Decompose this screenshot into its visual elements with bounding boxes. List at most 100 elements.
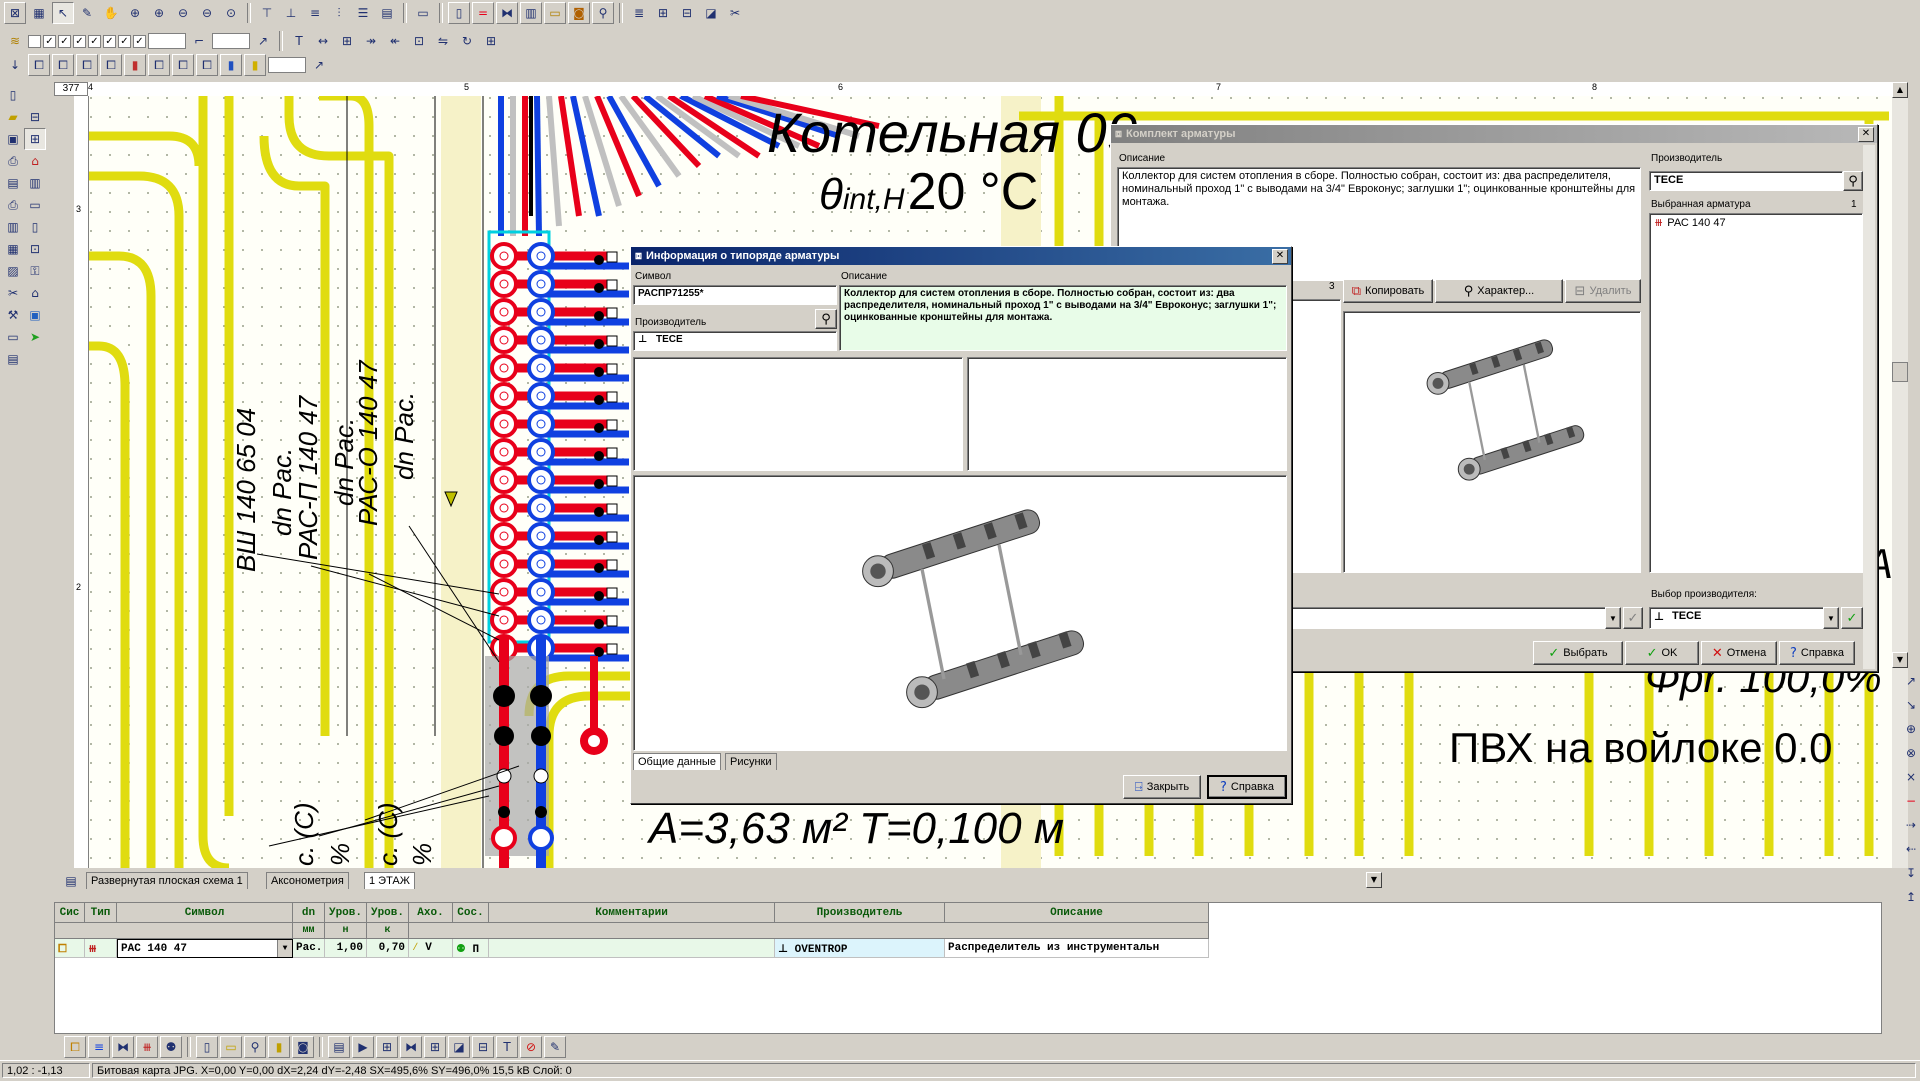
- grid-tool-icon[interactable]: ⊞: [480, 30, 502, 52]
- snap-arrow-icon[interactable]: ↗: [308, 54, 330, 76]
- export-icon[interactable]: ◪: [700, 2, 722, 24]
- bt-list-icon[interactable]: ▤: [328, 1036, 350, 1058]
- heater-icon[interactable]: ▥: [520, 2, 542, 24]
- right-tool-5-icon[interactable]: ×: [1900, 766, 1920, 788]
- mode-2-icon[interactable]: ⊞: [24, 128, 46, 150]
- option-checkbox-1[interactable]: [28, 34, 41, 48]
- text-tool-icon[interactable]: T: [288, 30, 310, 52]
- tabs-scroll-down-icon[interactable]: ▼: [1366, 872, 1382, 888]
- symbol-dropdown-icon[interactable]: ▼: [277, 940, 292, 957]
- report-icon[interactable]: ▤: [2, 348, 24, 370]
- color-symbol-icon[interactable]: ▮: [124, 54, 146, 76]
- col-header-comment[interactable]: Комментарии: [489, 903, 775, 923]
- line-style-icon[interactable]: ⌐: [188, 30, 210, 52]
- bt-edit-icon[interactable]: ✎: [544, 1036, 566, 1058]
- bt-pipe-icon[interactable]: ≡: [88, 1036, 110, 1058]
- yellow-fill-icon[interactable]: ▮: [244, 54, 266, 76]
- frame-3-icon[interactable]: ⧠: [76, 54, 98, 76]
- tab-floor-1[interactable]: 1 ЭТАЖ: [364, 872, 415, 889]
- grid-select-icon[interactable]: ▦: [28, 2, 50, 24]
- export-doc-icon[interactable]: ▥: [2, 216, 24, 238]
- right-tool-6-icon[interactable]: −: [1900, 790, 1920, 812]
- radiator-icon[interactable]: ▭: [544, 2, 566, 24]
- bt-boiler-icon[interactable]: ◙: [292, 1036, 314, 1058]
- print-preview-icon[interactable]: ⎙: [2, 150, 24, 172]
- tabs-menu-icon[interactable]: ▤: [60, 870, 82, 892]
- zoom-out-icon[interactable]: ⊖: [172, 2, 194, 24]
- right-tool-10-icon[interactable]: ↥: [1900, 886, 1920, 908]
- col-header-sys[interactable]: Сис: [55, 903, 85, 923]
- info-tab-general[interactable]: Общие данные: [633, 753, 721, 770]
- komplekt-help-button[interactable]: ? Справка: [1779, 641, 1855, 665]
- scroll-down-icon[interactable]: ▼: [1892, 652, 1908, 668]
- cell-description[interactable]: Распределитель из инструментальн: [945, 939, 1209, 958]
- cell-type[interactable]: ⧻: [85, 939, 117, 958]
- cell-level1[interactable]: 1,00: [325, 939, 367, 958]
- col-header-description[interactable]: Описание: [945, 903, 1209, 923]
- dim-tool-icon[interactable]: ↔: [312, 30, 334, 52]
- komplekt-selected-item[interactable]: ⧻ РАС 140 47: [1654, 216, 1858, 229]
- lock-icon[interactable]: ⚿: [24, 260, 46, 282]
- hatch-icon[interactable]: ▤: [376, 2, 398, 24]
- komplekt-vscroll[interactable]: [1863, 145, 1875, 669]
- pan-hand-icon[interactable]: ✋: [100, 2, 122, 24]
- select-window-icon[interactable]: ⊠: [4, 2, 26, 24]
- scale-field[interactable]: [268, 57, 306, 73]
- bt-heater-icon[interactable]: ▭: [220, 1036, 242, 1058]
- option-checkbox-3[interactable]: ✓: [58, 34, 71, 48]
- right-tool-4-icon[interactable]: ⊗: [1900, 742, 1920, 764]
- col-header-sos[interactable]: Сос.: [453, 903, 489, 923]
- list-icon[interactable]: ≣: [628, 2, 650, 24]
- komplekt-left-apply-button[interactable]: ✓: [1623, 607, 1643, 629]
- new-file-icon[interactable]: ▯: [2, 84, 24, 106]
- line-style-field[interactable]: [212, 33, 250, 49]
- komplekt-choose-manufacturer-apply[interactable]: ✓: [1841, 607, 1863, 629]
- komplekt-copy-button[interactable]: ⧉ Копировать: [1343, 279, 1433, 303]
- bt-valve-icon[interactable]: ⧓: [112, 1036, 134, 1058]
- info-close-x-button[interactable]: ✕: [1272, 249, 1288, 264]
- zoom-mode-icon[interactable]: ⊡: [24, 238, 46, 260]
- bt-play-icon[interactable]: ▶: [352, 1036, 374, 1058]
- komplekt-left-combo-arrow[interactable]: ▼: [1605, 607, 1621, 629]
- symbol-icon[interactable]: ▯: [448, 2, 470, 24]
- pipe-icon[interactable]: ▣: [24, 304, 46, 326]
- komplekt-close-button[interactable]: ✕: [1858, 127, 1874, 142]
- cut-doc-icon[interactable]: ✂: [2, 282, 24, 304]
- col-header-dn[interactable]: dn: [293, 903, 325, 923]
- tab-axonometry[interactable]: Аксонометрия: [266, 872, 349, 889]
- bt-radiator-icon[interactable]: ▮: [268, 1036, 290, 1058]
- info-help-button[interactable]: ? Справка: [1207, 775, 1287, 799]
- pipe-redblue-icon[interactable]: =: [472, 2, 494, 24]
- bt-table-icon[interactable]: ⊞: [376, 1036, 398, 1058]
- tools-icon[interactable]: ⚒: [2, 304, 24, 326]
- info-manufacturer-field[interactable]: ⊥ TECE: [633, 331, 837, 351]
- zoom-prev-icon[interactable]: ⊖: [196, 2, 218, 24]
- komplekt-character-button[interactable]: ⚲ Характер...: [1435, 279, 1563, 303]
- frame-4-icon[interactable]: ⧠: [100, 54, 122, 76]
- col-header-type[interactable]: Тип: [85, 903, 117, 923]
- frame-5-icon[interactable]: ⧠: [148, 54, 170, 76]
- green-arrow-icon[interactable]: ➤: [24, 326, 46, 348]
- scroll-thumb[interactable]: [1892, 362, 1908, 382]
- pen-icon[interactable]: ✎: [76, 2, 98, 24]
- bt-grid-icon[interactable]: ⊞: [424, 1036, 446, 1058]
- columns-icon[interactable]: ▥: [24, 172, 46, 194]
- cell-manufacturer[interactable]: ⊥ OVENTROP: [775, 939, 945, 958]
- pump-icon[interactable]: ◙: [568, 2, 590, 24]
- zoom-in-icon[interactable]: ⊕: [148, 2, 170, 24]
- align-top-icon[interactable]: ⊤: [256, 2, 278, 24]
- zoom-fit-icon[interactable]: ⊙: [220, 2, 242, 24]
- option-checkbox-5[interactable]: ✓: [88, 34, 101, 48]
- col-header-level2[interactable]: Уров.: [367, 903, 409, 923]
- table-icon[interactable]: ⊞: [652, 2, 674, 24]
- valve-icon[interactable]: ⧓: [496, 2, 518, 24]
- option-checkbox-6[interactable]: ✓: [103, 34, 116, 48]
- picture-icon[interactable]: ▨: [2, 260, 24, 282]
- bt-symbol-icon[interactable]: ▯: [196, 1036, 218, 1058]
- save-disk-icon[interactable]: ▣: [2, 128, 24, 150]
- komplekt-choose-manufacturer-arrow[interactable]: ▼: [1823, 607, 1839, 629]
- right-tool-3-icon[interactable]: ⊕: [1900, 718, 1920, 740]
- bt-forbid-icon[interactable]: ⊘: [520, 1036, 542, 1058]
- bt-text-icon[interactable]: T: [496, 1036, 518, 1058]
- page-icon[interactable]: ▯: [24, 216, 46, 238]
